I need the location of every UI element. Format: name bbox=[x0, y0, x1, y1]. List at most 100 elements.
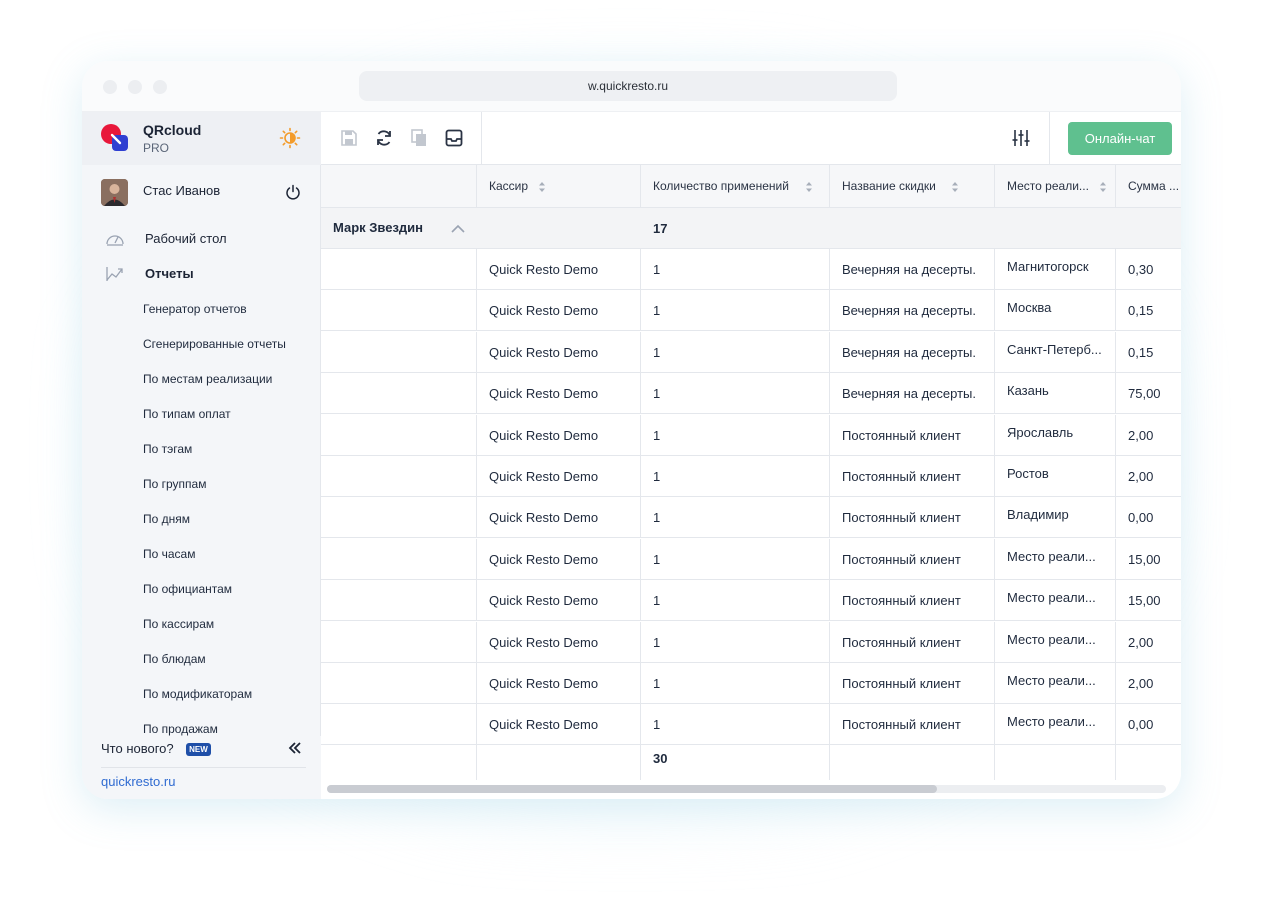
table-row[interactable]: Quick Resto Demo 1 Постоянный клиент Место … bbox=[321, 538, 1181, 580]
column-header-label: Место реали... bbox=[1007, 179, 1089, 193]
save-icon[interactable] bbox=[339, 128, 359, 148]
discount-cell: Постоянный клиент bbox=[830, 663, 995, 703]
group-cell bbox=[321, 621, 477, 662]
cashier-cell: Quick Resto Demo bbox=[477, 414, 641, 455]
nav-by-hours[interactable]: По часам bbox=[143, 547, 195, 561]
location-cell: Ростов bbox=[995, 456, 1116, 496]
nav-desktop[interactable]: Рабочий стол bbox=[145, 231, 227, 246]
cell-value: Постоянный клиент bbox=[842, 593, 961, 609]
site-link[interactable]: quickresto.ru bbox=[101, 774, 175, 789]
sort-icon[interactable] bbox=[951, 181, 959, 193]
cell-value: 0,15 bbox=[1128, 303, 1154, 319]
table-row[interactable]: Quick Resto Demo 1 Постоянный клиент Владим… bbox=[321, 497, 1181, 539]
cell-value: Quick Resto Demo bbox=[489, 634, 599, 650]
column-header-label: Кассир bbox=[489, 179, 529, 193]
cell-value: 1 bbox=[653, 344, 661, 360]
toolbar-divider bbox=[481, 112, 482, 165]
window-maximize-dot[interactable] bbox=[153, 80, 167, 94]
nav-by-dishes[interactable]: По блюдам bbox=[143, 652, 206, 666]
address-bar[interactable]: w.quickresto.ru bbox=[359, 71, 897, 101]
theme-sun-icon[interactable] bbox=[279, 127, 301, 149]
window-minimize-dot[interactable] bbox=[128, 80, 142, 94]
refresh-icon[interactable] bbox=[374, 128, 394, 148]
cell-value: Quick Resto Demo bbox=[489, 386, 599, 402]
online-chat-button[interactable]: Онлайн-чат bbox=[1068, 122, 1172, 155]
column-header-location[interactable]: Место реали... bbox=[995, 165, 1116, 207]
discount-cell: Постоянный клиент bbox=[830, 414, 995, 455]
cell-value: Quick Resto Demo bbox=[489, 676, 599, 691]
discount-cell: Вечерняя на десерты. bbox=[830, 331, 995, 372]
table-row[interactable]: Quick Resto Demo 1 Вечерняя на десерты. Каз… bbox=[321, 373, 1181, 415]
filter-sliders-icon[interactable] bbox=[1011, 128, 1031, 148]
cell-value: 1 bbox=[653, 510, 661, 526]
column-header-sum[interactable]: Сумма ... bbox=[1116, 165, 1181, 207]
sort-icon[interactable] bbox=[1099, 181, 1107, 193]
count-cell: 1 bbox=[641, 663, 830, 703]
table-row[interactable]: Quick Resto Demo 1 Постоянный клиент Яросла… bbox=[321, 414, 1181, 456]
column-header-label: Количество применений bbox=[653, 179, 789, 193]
cell-value: 15,00 bbox=[1128, 593, 1161, 609]
browser-titlebar: w.quickresto.ru bbox=[82, 61, 1181, 112]
table-row[interactable]: Quick Resto Demo 1 Постоянный клиент Место … bbox=[321, 663, 1181, 704]
copy-icon[interactable] bbox=[409, 128, 429, 148]
discount-cell: Вечерняя на десерты. bbox=[830, 249, 995, 289]
table-row[interactable]: Quick Resto Demo 1 Вечерняя на десерты. Мос… bbox=[321, 290, 1181, 332]
collapse-sidebar-icon[interactable] bbox=[287, 740, 303, 756]
logout-power-icon[interactable] bbox=[285, 184, 301, 200]
avatar[interactable] bbox=[101, 179, 128, 206]
group-row[interactable]: Марк Звездин 17 bbox=[321, 208, 1181, 249]
nav-by-groups[interactable]: По группам bbox=[143, 477, 206, 491]
nav-by-days[interactable]: По дням bbox=[143, 512, 190, 526]
cell-value: Постоянный клиент bbox=[842, 717, 961, 733]
sort-icon[interactable] bbox=[538, 181, 546, 193]
column-header-cashier[interactable]: Кассир bbox=[477, 165, 641, 207]
location-cell: Санкт-Петерб... bbox=[995, 331, 1116, 372]
nav-reports[interactable]: Отчеты bbox=[145, 266, 194, 281]
sum-cell: 0,15 bbox=[1116, 332, 1181, 372]
cell-value: 2,00 bbox=[1128, 634, 1154, 650]
sum-cell: 75,00 bbox=[1116, 373, 1181, 413]
location-cell: Ярославль bbox=[995, 414, 1116, 455]
cell-value: 0,15 bbox=[1128, 344, 1154, 360]
table-row[interactable]: Quick Resto Demo 1 Вечерняя на десерты. Маг… bbox=[321, 249, 1181, 290]
table-row[interactable]: Quick Resto Demo 1 Постоянный клиент Ростов… bbox=[321, 456, 1181, 497]
cell-value: Quick Resto Demo bbox=[489, 593, 599, 609]
nav-report-generator[interactable]: Генератор отчетов bbox=[143, 302, 247, 316]
sort-icon[interactable] bbox=[805, 181, 813, 193]
cashier-cell: Quick Resto Demo bbox=[477, 621, 641, 662]
cell-value: 0,00 bbox=[1128, 510, 1154, 526]
nav-by-locations[interactable]: По местам реализации bbox=[143, 372, 272, 386]
nav-by-tags[interactable]: По тэгам bbox=[143, 442, 192, 456]
table-row[interactable]: Quick Resto Demo 1 Постоянный клиент Место … bbox=[321, 580, 1181, 622]
cell-value: Вечерняя на десерты. bbox=[842, 303, 976, 319]
nav-by-waiters[interactable]: По официантам bbox=[143, 582, 232, 596]
nav-by-sales[interactable]: По продажам bbox=[143, 722, 218, 736]
scrollbar-thumb[interactable] bbox=[327, 785, 937, 793]
inbox-icon[interactable] bbox=[444, 128, 464, 148]
sum-cell: 2,00 bbox=[1116, 663, 1181, 703]
nav-by-modifiers[interactable]: По модификаторам bbox=[143, 687, 252, 701]
horizontal-scrollbar[interactable] bbox=[327, 785, 1166, 793]
chevron-up-icon[interactable] bbox=[451, 224, 465, 233]
table-row[interactable]: Quick Resto Demo 1 Постоянный клиент Место … bbox=[321, 621, 1181, 663]
nav-by-cashiers[interactable]: По кассирам bbox=[143, 617, 214, 631]
table-cell bbox=[477, 738, 641, 780]
column-header-label: Название скидки bbox=[842, 179, 936, 193]
cell-value: Вечерняя на десерты. bbox=[842, 386, 976, 402]
column-header-discount[interactable]: Название скидки bbox=[830, 165, 995, 207]
table-row[interactable]: Quick Resto Demo 1 Вечерняя на десерты. Сан… bbox=[321, 331, 1181, 373]
whats-new-link[interactable]: Что нового? bbox=[101, 741, 174, 756]
nav-by-payment-types[interactable]: По типам оплат bbox=[143, 407, 231, 421]
cell-value: Постоянный клиент bbox=[842, 551, 961, 567]
window-close-dot[interactable] bbox=[103, 80, 117, 94]
group-cell bbox=[321, 290, 477, 331]
cell-value: 2,00 bbox=[1128, 427, 1154, 443]
cell-value: Quick Resto Demo bbox=[489, 344, 599, 360]
group-cell bbox=[321, 538, 477, 579]
cell-value: Quick Resto Demo bbox=[489, 262, 599, 277]
nav-generated-reports[interactable]: Сгенерированные отчеты bbox=[143, 337, 286, 351]
location-cell: Место реали... bbox=[995, 538, 1116, 579]
group-cell bbox=[321, 663, 477, 703]
brand-name: QRcloud bbox=[143, 122, 202, 138]
column-header-count[interactable]: Количество применений bbox=[641, 165, 830, 207]
